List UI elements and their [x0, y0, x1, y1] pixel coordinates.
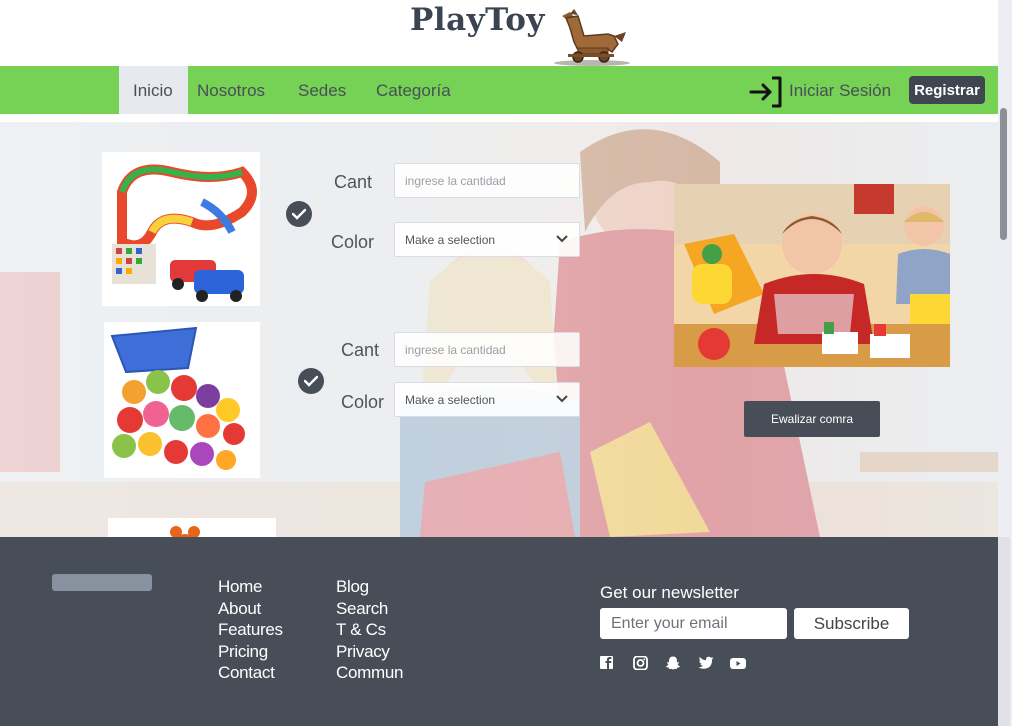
- instagram-icon[interactable]: [633, 656, 649, 670]
- footer-link-terms[interactable]: T & Cs: [336, 619, 403, 641]
- snapchat-icon[interactable]: [665, 656, 681, 670]
- footer-links-col-2: Blog Search T & Cs Privacy Commun: [336, 576, 403, 684]
- cant-label: Cant: [334, 172, 373, 192]
- nav-inicio[interactable]: Inicio: [119, 66, 188, 114]
- footer-link-contact[interactable]: Contact: [218, 662, 283, 684]
- login-link[interactable]: Iniciar Sesión: [789, 66, 891, 114]
- footer-link-features[interactable]: Features: [218, 619, 283, 641]
- twitter-icon[interactable]: [698, 656, 714, 670]
- color-select-value: Make a selection: [405, 233, 496, 247]
- quantity-input[interactable]: [394, 163, 580, 198]
- newsletter-title: Get our newsletter: [600, 583, 739, 602]
- check-circle-icon[interactable]: [286, 201, 312, 227]
- brand-bar: PlayToy: [0, 0, 998, 66]
- quantity-input[interactable]: [394, 332, 580, 367]
- login-arrow-icon[interactable]: [748, 74, 786, 110]
- site-footer: Home About Features Pricing Contact Blog…: [0, 537, 998, 726]
- teddy-toy-image: [108, 518, 276, 537]
- finalize-purchase-button[interactable]: Ewalizar comra: [744, 401, 880, 437]
- footer-link-about[interactable]: About: [218, 598, 283, 620]
- chevron-down-icon: [556, 235, 568, 243]
- rocking-horse-logo-icon: [554, 9, 630, 66]
- color-label: Color: [331, 232, 375, 252]
- cant-label: Cant: [341, 340, 380, 360]
- race-track-toy-image: [102, 152, 260, 306]
- fruit-basket-toy-image: [104, 322, 260, 478]
- nav-sedes[interactable]: Sedes: [284, 66, 360, 114]
- color-label: Color: [341, 392, 385, 412]
- register-button[interactable]: Registrar: [909, 76, 985, 104]
- color-select[interactable]: Make a selection: [394, 222, 580, 257]
- footer-link-home[interactable]: Home: [218, 576, 283, 598]
- facebook-icon[interactable]: [600, 656, 616, 670]
- footer-logo-placeholder: [52, 574, 152, 591]
- logo-text[interactable]: PlayToy: [410, 2, 545, 38]
- footer-link-pricing[interactable]: Pricing: [218, 641, 283, 663]
- footer-link-community[interactable]: Commun: [336, 662, 403, 684]
- color-select-value: Make a selection: [405, 393, 496, 407]
- color-select[interactable]: Make a selection: [394, 382, 580, 417]
- newsletter-email-input[interactable]: [600, 608, 787, 639]
- footer-link-privacy[interactable]: Privacy: [336, 641, 403, 663]
- footer-links-col-1: Home About Features Pricing Contact: [218, 576, 283, 684]
- check-circle-icon[interactable]: [298, 368, 324, 394]
- chevron-down-icon: [556, 395, 568, 403]
- nav-categoria[interactable]: Categoría: [362, 66, 465, 114]
- main-navbar: Inicio Nosotros Sedes Categoría Iniciar …: [0, 66, 998, 114]
- nav-nosotros[interactable]: Nosotros: [183, 66, 279, 114]
- order-hero-section: Cant Color Make a selection Cant Color M…: [0, 114, 998, 537]
- footer-link-search[interactable]: Search: [336, 598, 403, 620]
- subscribe-button[interactable]: Subscribe: [794, 608, 909, 639]
- kids-playing-photo: [674, 184, 950, 367]
- scrollbar-thumb[interactable]: [1000, 108, 1007, 240]
- youtube-icon[interactable]: [730, 656, 746, 670]
- scrollbar-track-lower: [998, 537, 1010, 726]
- footer-link-blog[interactable]: Blog: [336, 576, 403, 598]
